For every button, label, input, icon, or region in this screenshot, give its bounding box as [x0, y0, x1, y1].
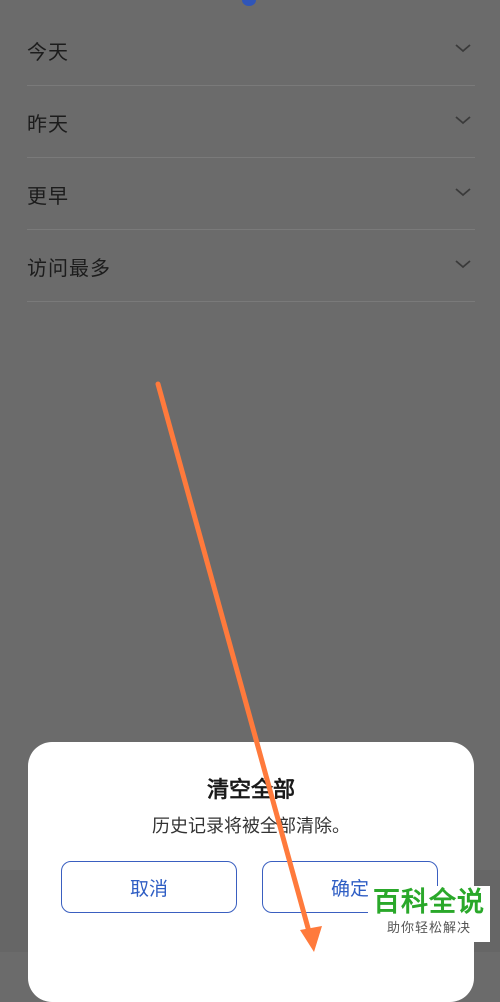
list-item-today[interactable]: 今天	[27, 14, 475, 86]
chevron-down-icon	[455, 44, 471, 53]
chevron-down-icon	[455, 188, 471, 197]
list-item-most-visited[interactable]: 访问最多	[27, 230, 475, 302]
list-item-label: 访问最多	[27, 256, 111, 280]
watermark-logo: 百科全说 助你轻松解决	[368, 886, 490, 942]
chevron-down-icon	[455, 260, 471, 269]
cancel-button[interactable]: 取消	[61, 861, 237, 913]
scroll-indicator-dot	[242, 0, 256, 6]
list-item-label: 昨天	[27, 112, 69, 136]
list-item-yesterday[interactable]: 昨天	[27, 86, 475, 158]
list-item-earlier[interactable]: 更早	[27, 158, 475, 230]
chevron-down-icon	[455, 116, 471, 125]
list-item-label: 今天	[27, 40, 69, 64]
list-item-label: 更早	[27, 184, 69, 208]
history-list: 今天 昨天 更早 访问最多	[27, 14, 475, 302]
clear-all-dialog: 清空全部 历史记录将被全部清除。 取消 确定	[28, 742, 474, 1002]
dialog-message: 历史记录将被全部清除。	[152, 816, 350, 837]
dialog-title: 清空全部	[206, 778, 295, 803]
watermark-subtitle: 助你轻松解决	[386, 921, 471, 936]
watermark-title: 百科全说	[373, 887, 485, 918]
